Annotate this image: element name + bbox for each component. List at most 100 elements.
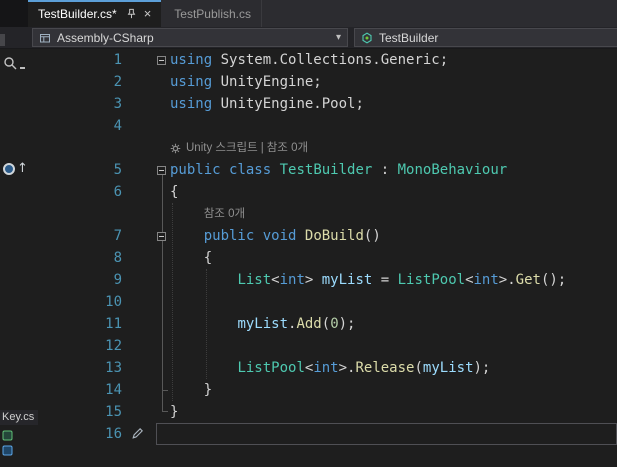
line-number[interactable]: 1 — [28, 49, 128, 71]
gutter-gap — [128, 225, 156, 247]
gutter-gap — [128, 137, 156, 159]
glyph-margin — [0, 269, 28, 291]
glyph-margin — [0, 225, 28, 247]
code-line[interactable]: } — [170, 379, 617, 401]
code-row-11: 11 myList.Add(0); — [0, 313, 617, 335]
type-name: TestBuilder — [379, 30, 439, 45]
line-number[interactable]: 10 — [28, 291, 128, 313]
code-line[interactable] — [170, 423, 617, 445]
glyph-margin — [0, 379, 28, 401]
pin-icon[interactable] — [126, 8, 137, 19]
fold-collapse-button[interactable] — [157, 55, 166, 65]
outlining-margin — [156, 49, 170, 71]
glyph-margin — [0, 71, 28, 93]
line-number[interactable]: 13 — [28, 357, 128, 379]
code-row-12: 12 — [0, 335, 617, 357]
line-number[interactable]: 6 — [28, 181, 128, 203]
caret-line — [156, 423, 617, 445]
code-editor[interactable]: 1 using System.Collections.Generic; 2 using… — [0, 49, 617, 467]
code-line[interactable]: public void DoBuild() — [170, 225, 617, 247]
line-number[interactable]: 12 — [28, 335, 128, 357]
code-row-13: 13 ListPool<int>.Release(myList); — [0, 357, 617, 379]
close-icon[interactable]: × — [144, 7, 152, 20]
fold-collapse-button[interactable] — [157, 165, 166, 175]
glyph-margin — [0, 313, 28, 335]
line-body: using System.Collections.Generic; — [156, 49, 617, 71]
tab-label: TestBuilder.cs* — [38, 6, 117, 21]
outlining-margin — [156, 379, 170, 401]
outlining-margin — [156, 313, 170, 335]
code-line[interactable]: using UnityEngine; — [170, 71, 617, 93]
code-row-14: 14 } — [0, 379, 617, 401]
code-line[interactable]: List<int> myList = ListPool<int>.Get(); — [170, 269, 617, 291]
line-body: Unity 스크립트 | 참조 0개 — [156, 137, 617, 159]
class-icon — [361, 31, 373, 44]
glyph-margin — [0, 247, 28, 269]
code-line[interactable]: } — [170, 401, 617, 423]
codelens-references-link[interactable]: 참조 0개 — [267, 137, 308, 159]
unity-script-glyph: ↑ — [3, 162, 28, 176]
type-dropdown[interactable]: TestBuilder — [354, 28, 617, 47]
gutter-gap — [128, 335, 156, 357]
glyph-margin — [0, 115, 28, 137]
fold-collapse-button[interactable] — [157, 231, 166, 241]
code-row-7: 7 public void DoBuild() — [0, 225, 617, 247]
outlining-margin — [156, 71, 170, 93]
line-number[interactable]: 9 — [28, 269, 128, 291]
code-line[interactable]: using UnityEngine.Pool; — [170, 93, 617, 115]
line-number[interactable]: 3 — [28, 93, 128, 115]
line-body: { — [156, 247, 617, 269]
project-dropdown[interactable]: Assembly-CSharp ▾ — [32, 28, 348, 47]
codelens-references-link[interactable]: 참조 0개 — [204, 203, 245, 225]
rail-file-tab[interactable]: Key.cs — [0, 410, 39, 425]
line-number[interactable]: 5 — [28, 159, 128, 181]
code-line[interactable]: using System.Collections.Generic; — [170, 49, 617, 71]
code-line[interactable]: ListPool<int>.Release(myList); — [170, 357, 617, 379]
line-number[interactable]: 16 — [28, 423, 128, 445]
line-number[interactable]: 2 — [28, 71, 128, 93]
gutter-gap — [128, 291, 156, 313]
code-line[interactable] — [170, 115, 617, 137]
tab-testpublish[interactable]: TestPublish.cs — [164, 0, 262, 27]
gutter-gap — [128, 357, 156, 379]
code-line[interactable] — [170, 335, 617, 357]
line-number[interactable]: 14 — [28, 379, 128, 401]
code-row-8: 8 { — [0, 247, 617, 269]
circle-icon — [3, 163, 15, 175]
tab-bar: TestBuilder.cs* × TestPublish.cs — [0, 0, 617, 27]
tab-testbuilder[interactable]: TestBuilder.cs* × — [28, 0, 162, 27]
line-body: public void DoBuild() — [156, 225, 617, 247]
gutter-gap — [128, 71, 156, 93]
search-icon[interactable] — [3, 56, 25, 71]
code-row-3: 3 using UnityEngine.Pool; — [0, 93, 617, 115]
outlining-margin — [156, 93, 170, 115]
line-body — [156, 291, 617, 313]
glyph-margin — [0, 357, 28, 379]
unsaved-edit-pencil-icon — [128, 423, 156, 445]
code-row-6: 6{ — [0, 181, 617, 203]
code-row-16: 16 — [0, 423, 617, 445]
dropdown-dash-icon — [20, 67, 25, 69]
project-name: Assembly-CSharp — [57, 30, 154, 45]
line-number[interactable]: 15 — [28, 401, 128, 423]
codelens-unity-label: Unity 스크립트 — [186, 142, 258, 154]
line-number[interactable]: 11 — [28, 313, 128, 335]
line-body — [156, 115, 617, 137]
code-row-4: 4 — [0, 115, 617, 137]
gutter-gap — [128, 269, 156, 291]
line-number[interactable]: 8 — [28, 247, 128, 269]
code-row-5: 5 public class TestBuilder : MonoBehaviou… — [0, 159, 617, 181]
rail-doc-icon-blue[interactable] — [2, 443, 13, 461]
glyph-margin — [0, 203, 28, 225]
code-line[interactable]: { — [170, 247, 617, 269]
outlining-margin — [156, 401, 170, 423]
code-line[interactable]: myList.Add(0); — [170, 313, 617, 335]
codelens-content: 참조 0개 — [170, 203, 617, 225]
outlining-margin — [156, 225, 170, 247]
code-line[interactable]: public class TestBuilder : MonoBehaviour — [170, 159, 617, 181]
line-number[interactable]: 7 — [28, 225, 128, 247]
code-line[interactable]: { — [170, 181, 617, 203]
line-body: public class TestBuilder : MonoBehaviour — [156, 159, 617, 181]
line-number[interactable]: 4 — [28, 115, 128, 137]
code-line[interactable] — [170, 291, 617, 313]
